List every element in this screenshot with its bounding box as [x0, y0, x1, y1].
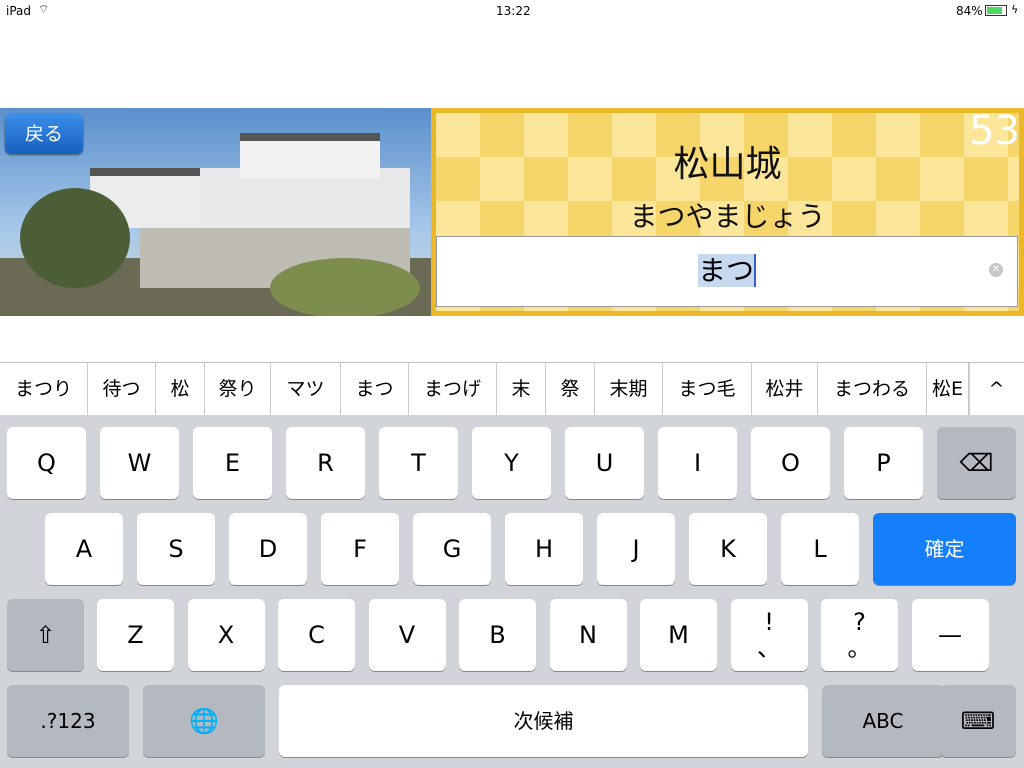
key-0[interactable]: Z	[97, 599, 174, 671]
candidate-item[interactable]: まつげ	[409, 363, 497, 415]
battery-icon	[985, 5, 1007, 16]
key-i[interactable]: I	[658, 427, 737, 499]
key-a[interactable]: A	[45, 513, 123, 585]
key-t[interactable]: T	[379, 427, 458, 499]
clear-icon[interactable]: ✕	[989, 263, 1003, 277]
candidate-item[interactable]: 末期	[595, 363, 663, 415]
keyboard: Q W E R T Y U I O P ⌫ A S D F G H J K L 確定 ⇧ Z X C V B N M! 、? 。 — .?1…	[0, 415, 1024, 768]
key-2[interactable]: C	[278, 599, 355, 671]
key-s[interactable]: S	[137, 513, 215, 585]
charging-icon: ϟ	[1011, 3, 1019, 16]
key-r[interactable]: R	[286, 427, 365, 499]
wifi-icon: ⌔	[38, 2, 50, 16]
key-e[interactable]: E	[193, 427, 272, 499]
answer-input[interactable]: まつ	[436, 236, 1018, 307]
candidate-item[interactable]: まつり	[0, 363, 88, 415]
castle-reading: まつやまじょう	[629, 200, 826, 233]
key-y[interactable]: Y	[472, 427, 551, 499]
status-bar: iPad ⌔ 13:22 84% ϟ	[0, 0, 1024, 22]
key-8[interactable]: ? 。	[821, 599, 898, 671]
key-g[interactable]: G	[413, 513, 491, 585]
key-q[interactable]: Q	[7, 427, 86, 499]
key-k[interactable]: K	[689, 513, 767, 585]
shift-key[interactable]: ⇧	[7, 599, 84, 671]
candidate-item[interactable]: まつわる	[818, 363, 927, 415]
battery-percent: 84%	[956, 4, 983, 18]
key-1[interactable]: X	[187, 599, 265, 671]
back-button[interactable]: 戻る	[5, 114, 83, 154]
key-6[interactable]: M	[640, 599, 717, 671]
abc-key[interactable]: ABC	[822, 685, 944, 757]
key-5[interactable]: N	[549, 599, 627, 671]
candidate-item[interactable]: まつ毛	[663, 363, 752, 415]
key-j[interactable]: J	[597, 513, 675, 585]
castle-name: 松山城	[673, 144, 782, 185]
key-o[interactable]: O	[751, 427, 830, 499]
candidate-item[interactable]: 松	[156, 363, 205, 415]
key-9[interactable]: —	[911, 599, 989, 671]
key-h[interactable]: H	[505, 513, 583, 585]
key-d[interactable]: D	[229, 513, 307, 585]
candidate-item[interactable]: 祭り	[205, 363, 271, 415]
candidate-item[interactable]: マツ	[271, 363, 341, 415]
hide-keyboard-key[interactable]: ⌨	[940, 685, 1016, 757]
candidate-item[interactable]: 末	[497, 363, 546, 415]
confirm-key[interactable]: 確定	[873, 513, 1016, 585]
key-4[interactable]: B	[459, 599, 536, 671]
candidate-item[interactable]: 松E	[927, 363, 969, 415]
device-name: iPad	[6, 4, 32, 18]
clock: 13:22	[496, 4, 531, 18]
key-l[interactable]: L	[781, 513, 859, 585]
candidate-bar: まつり 待つ松祭り マツ まつ まつげ末祭末期 まつ毛 松井 まつわる 松E ^	[0, 362, 1024, 415]
key-7[interactable]: ! 、	[730, 599, 808, 671]
candidate-item[interactable]: 松井	[752, 363, 818, 415]
globe-key[interactable]: 🌐	[143, 685, 265, 757]
backspace-key[interactable]: ⌫	[937, 427, 1016, 499]
question-number: 53	[969, 108, 1020, 154]
candidate-item[interactable]: 祭	[546, 363, 595, 415]
candidate-item[interactable]: まつ	[341, 363, 409, 415]
numbers-key[interactable]: .?123	[7, 685, 129, 757]
key-w[interactable]: W	[100, 427, 179, 499]
input-text: まつ	[697, 254, 756, 287]
space-key[interactable]: 次候補	[279, 685, 808, 757]
key-p[interactable]: P	[844, 427, 923, 499]
expand-candidates-button[interactable]: ^	[969, 363, 1023, 415]
key-3[interactable]: V	[368, 599, 446, 671]
key-u[interactable]: U	[565, 427, 644, 499]
candidate-item[interactable]: 待つ	[88, 363, 156, 415]
key-f[interactable]: F	[321, 513, 399, 585]
